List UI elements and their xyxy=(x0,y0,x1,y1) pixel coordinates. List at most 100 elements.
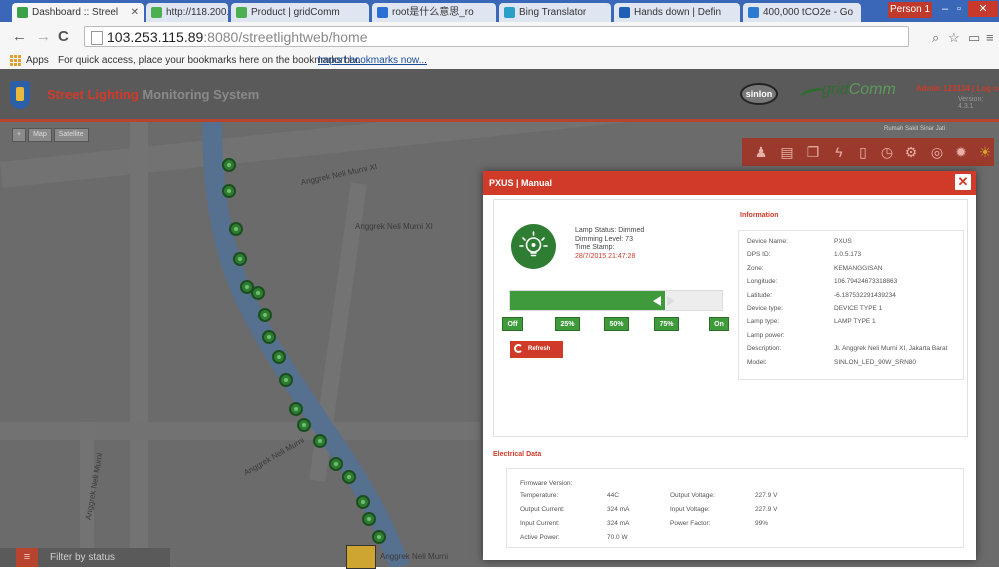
import-bookmarks-link[interactable]: Import bookmarks now... xyxy=(318,52,427,69)
dimming-slider[interactable] xyxy=(509,290,723,311)
app-title-grey: Monitoring System xyxy=(142,87,260,102)
dim-50-button[interactable]: 50% xyxy=(604,317,629,331)
close-icon[interactable]: ✕ xyxy=(955,174,971,190)
streetlight-marker[interactable] xyxy=(222,158,236,172)
streetlight-marker[interactable] xyxy=(229,222,243,236)
dim-75-button[interactable]: 75% xyxy=(654,317,679,331)
tab-label: http://118.200.71.1 xyxy=(166,7,228,18)
url-path: :8080/streetlightweb/home xyxy=(203,29,368,45)
electrical-value: 227.9 V xyxy=(755,492,778,499)
street-label: Anggrek Neli Murni xyxy=(380,552,449,561)
tab-bing[interactable]: Bing Translator xyxy=(499,3,611,22)
app-title-red: Street Lighting xyxy=(47,87,139,102)
location-label: Rumah Sakit Sinar Jati xyxy=(884,126,946,132)
map-type-satellite[interactable]: Satellite xyxy=(53,128,89,142)
tab-ip[interactable]: http://118.200.71.1 xyxy=(146,3,228,22)
back-icon[interactable]: ← xyxy=(12,28,27,45)
document-icon[interactable]: ▤ xyxy=(778,143,796,161)
streetlight-marker[interactable] xyxy=(272,350,286,364)
zoom-icon[interactable]: ⌕ xyxy=(932,30,939,46)
map-type-controls[interactable]: + Map Satellite xyxy=(12,128,91,142)
info-key: Lamp type: xyxy=(747,318,780,326)
reload-icon[interactable]: C xyxy=(58,28,69,45)
close-icon[interactable]: ✕ xyxy=(131,3,139,22)
streetlight-marker[interactable] xyxy=(251,286,265,300)
map-zoom-button[interactable]: + xyxy=(12,128,27,142)
bookmarks-bar: Apps For quick access, place your bookma… xyxy=(0,52,999,70)
tab-co2[interactable]: 400,000 tCO2e - Go xyxy=(743,3,861,22)
refresh-button[interactable]: Refresh xyxy=(510,341,563,358)
info-value: Jl. Anggrek Neli Murni XI, Jakarta Barat xyxy=(834,345,948,353)
clock-icon[interactable]: ◷ xyxy=(878,143,896,161)
streetlight-marker[interactable] xyxy=(279,373,293,387)
info-value: DEVICE TYPE 1 xyxy=(834,305,883,312)
dim-on-button[interactable]: On xyxy=(709,317,729,331)
map-location-marker[interactable] xyxy=(346,545,376,569)
tab-root[interactable]: root是什么意思_ro xyxy=(372,3,496,22)
streetlight-marker[interactable] xyxy=(262,330,276,344)
electrical-value: 70.0 W xyxy=(607,534,628,541)
copy-icon[interactable]: ❐ xyxy=(804,143,822,161)
sun-icon[interactable]: ☀ xyxy=(976,143,994,161)
streetlight-marker[interactable] xyxy=(233,252,247,266)
menu-icon[interactable]: ≡ xyxy=(16,548,38,567)
electrical-key: Output Voltage: xyxy=(670,492,715,499)
user-icon[interactable]: ♟ xyxy=(752,143,770,161)
refresh-icon xyxy=(514,344,523,353)
window-close-icon[interactable]: ✕ xyxy=(968,1,998,17)
minimize-icon[interactable]: – xyxy=(938,2,952,16)
maximize-icon[interactable]: ▫ xyxy=(952,2,966,16)
timestamp-value: 28/7/2015 21:47:28 xyxy=(575,252,636,260)
electrical-value: 324 mA xyxy=(607,520,630,527)
gear-icon[interactable]: ✹ xyxy=(952,143,970,161)
apps-icon[interactable] xyxy=(10,55,21,66)
dim-25-button[interactable]: 25% xyxy=(555,317,580,331)
electrical-key: Power Factor: xyxy=(670,520,711,527)
info-value: LAMP TYPE 1 xyxy=(834,318,876,326)
lamp-status-label: Lamp Status: Dimmed xyxy=(575,227,645,234)
book-icon xyxy=(619,7,630,18)
streetlight-marker[interactable] xyxy=(362,512,376,526)
meter-icon[interactable]: ▯ xyxy=(854,143,872,161)
tab-product[interactable]: Product | gridComm xyxy=(231,3,369,22)
dim-off-button[interactable]: Off xyxy=(502,317,523,331)
electrical-value: 99% xyxy=(755,520,769,527)
apps-link[interactable]: Apps xyxy=(26,52,49,69)
forward-icon[interactable]: → xyxy=(36,28,51,45)
tab-dashboard[interactable]: Dashboard :: Streel ✕ xyxy=(12,3,144,22)
target-icon[interactable]: ◎ xyxy=(928,143,946,161)
filter-by-status[interactable]: Filter by status xyxy=(50,552,115,563)
tab-hands-down[interactable]: Hands down | Defin xyxy=(614,3,740,22)
star-icon[interactable]: ☆ xyxy=(948,30,960,46)
user-links[interactable]: Admin 123134 | Log out xyxy=(916,84,999,93)
tab-label: Bing Translator xyxy=(519,7,587,18)
map-type-map[interactable]: Map xyxy=(28,128,52,142)
streetlight-marker[interactable] xyxy=(289,402,303,416)
tab-label: Hands down | Defin xyxy=(634,7,722,18)
leaf-icon xyxy=(151,7,162,18)
info-key: Device Name: xyxy=(747,238,788,245)
firmware-version-label: Firmware Version: xyxy=(520,480,573,487)
page-icon xyxy=(377,7,388,18)
streetlight-marker[interactable] xyxy=(313,434,327,448)
streetlight-marker[interactable] xyxy=(297,418,311,432)
settings-icon[interactable]: ⚙ xyxy=(902,143,920,161)
cast-icon[interactable]: ▭ xyxy=(968,30,980,46)
streetlight-marker[interactable] xyxy=(342,470,356,484)
slider-left-arrow-icon[interactable] xyxy=(653,296,661,306)
slider-right-arrow-icon[interactable] xyxy=(667,296,675,306)
streetlight-marker[interactable] xyxy=(356,495,370,509)
info-key: Zone: xyxy=(747,264,764,272)
streetlight-marker[interactable] xyxy=(372,530,386,544)
device-toolbar: ♟ ▤ ❐ ϟ ▯ ◷ ⚙ ◎ ✹ ☀ xyxy=(742,138,994,166)
bolt-icon[interactable]: ϟ xyxy=(830,143,848,161)
gridcomm-logo-b: Comm xyxy=(848,81,896,98)
app-header: Street Lighting Monitoring System sinlon… xyxy=(0,69,999,122)
tab-label: Product | gridComm xyxy=(251,7,340,18)
streetlight-marker[interactable] xyxy=(329,457,343,471)
streetlight-marker[interactable] xyxy=(222,184,236,198)
menu-icon[interactable]: ≡ xyxy=(986,30,994,45)
profile-button[interactable]: Person 1 xyxy=(888,2,932,18)
url-input[interactable]: 103.253.115.89:8080/streetlightweb/home xyxy=(84,26,909,47)
streetlight-marker[interactable] xyxy=(258,308,272,322)
